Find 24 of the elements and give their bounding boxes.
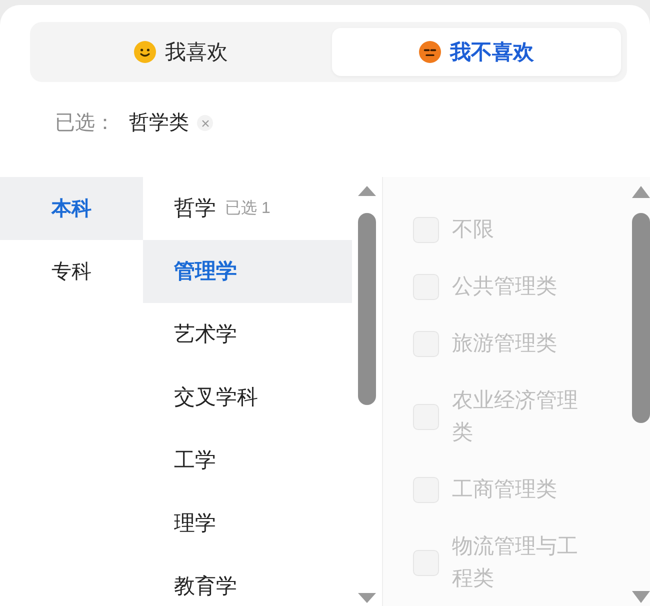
- selected-count: 已选 1: [225, 198, 270, 218]
- selected-label: 已选：: [55, 111, 115, 136]
- scroll-down-arrow-icon[interactable]: [358, 593, 376, 603]
- remove-tag-button[interactable]: [197, 115, 213, 131]
- scroll-up-arrow-icon[interactable]: [358, 186, 376, 196]
- tab[interactable]: 我不喜欢: [332, 28, 621, 76]
- scrollbar-thumb[interactable]: [632, 213, 650, 423]
- scroll-up-arrow-icon[interactable]: [632, 186, 650, 198]
- scrollbar-thumb[interactable]: [358, 213, 376, 405]
- category-item[interactable]: 艺术学: [143, 303, 352, 366]
- category-item[interactable]: 工学: [143, 429, 352, 492]
- close-icon: [202, 120, 208, 126]
- tab[interactable]: 我喜欢: [36, 28, 326, 76]
- category-item[interactable]: 教育学: [143, 555, 352, 606]
- scroll-down-arrow-icon[interactable]: [632, 591, 650, 603]
- category-item[interactable]: 哲学 已选 1: [143, 177, 352, 240]
- smiley-face-icon: [134, 41, 156, 63]
- selected-item-text: 哲学类: [129, 111, 189, 136]
- level-item[interactable]: 本科: [0, 177, 143, 240]
- category-item[interactable]: 理学: [143, 492, 352, 555]
- neutral-face-icon: [418, 41, 441, 63]
- level-item[interactable]: 专科: [0, 240, 143, 303]
- category-item[interactable]: 管理学: [143, 240, 352, 303]
- category-item[interactable]: 交叉学科: [143, 366, 352, 429]
